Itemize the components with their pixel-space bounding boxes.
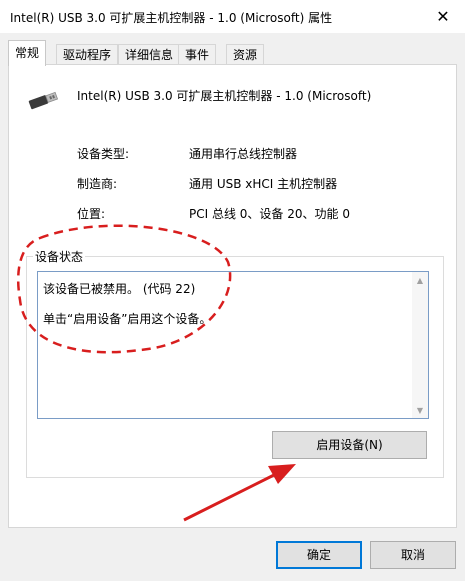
device-type-label: 设备类型: xyxy=(77,147,130,161)
title-bar: Intel(R) USB 3.0 可扩展主机控制器 - 1.0 (Microso… xyxy=(0,0,465,33)
device-status-label: 设备状态 xyxy=(33,248,86,265)
device-type-value: 通用串行总线控制器 xyxy=(189,147,298,161)
manufacturer-value: 通用 USB xHCI 主机控制器 xyxy=(189,177,338,191)
location-label: 位置: xyxy=(77,207,106,221)
cancel-button[interactable]: 取消 xyxy=(370,541,456,569)
window-title: Intel(R) USB 3.0 可扩展主机控制器 - 1.0 (Microso… xyxy=(10,11,333,25)
tab-resources[interactable]: 资源 xyxy=(226,44,265,65)
scroll-up-icon[interactable]: ▲ xyxy=(412,272,428,288)
device-name: Intel(R) USB 3.0 可扩展主机控制器 - 1.0 (Microso… xyxy=(77,89,372,103)
close-button[interactable]: ✕ xyxy=(429,4,457,28)
scroll-down-icon[interactable]: ▼ xyxy=(412,402,428,418)
general-tab-panel: Intel(R) USB 3.0 可扩展主机控制器 - 1.0 (Microso… xyxy=(8,64,457,528)
tab-events[interactable]: 事件 xyxy=(178,44,217,65)
tab-general[interactable]: 常规 xyxy=(8,40,47,66)
tab-details[interactable]: 详细信息 xyxy=(118,44,181,65)
manufacturer-label: 制造商: xyxy=(77,177,118,191)
usb-connector-icon xyxy=(28,91,59,110)
ok-button[interactable]: 确定 xyxy=(276,541,362,569)
enable-device-button[interactable]: 启用设备(N) xyxy=(272,431,427,459)
status-message: 该设备已被禁用。 (代码 22) xyxy=(43,282,196,296)
location-value: PCI 总线 0、设备 20、功能 0 xyxy=(189,207,350,221)
close-icon: ✕ xyxy=(436,6,450,26)
status-scrollbar[interactable]: ▲ ▼ xyxy=(412,272,428,418)
device-status-textbox[interactable]: 该设备已被禁用。 (代码 22) 单击“启用设备”启用这个设备。 ▲ ▼ xyxy=(37,271,429,419)
status-hint: 单击“启用设备”启用这个设备。 xyxy=(43,312,212,326)
tab-driver[interactable]: 驱动程序 xyxy=(56,44,119,65)
